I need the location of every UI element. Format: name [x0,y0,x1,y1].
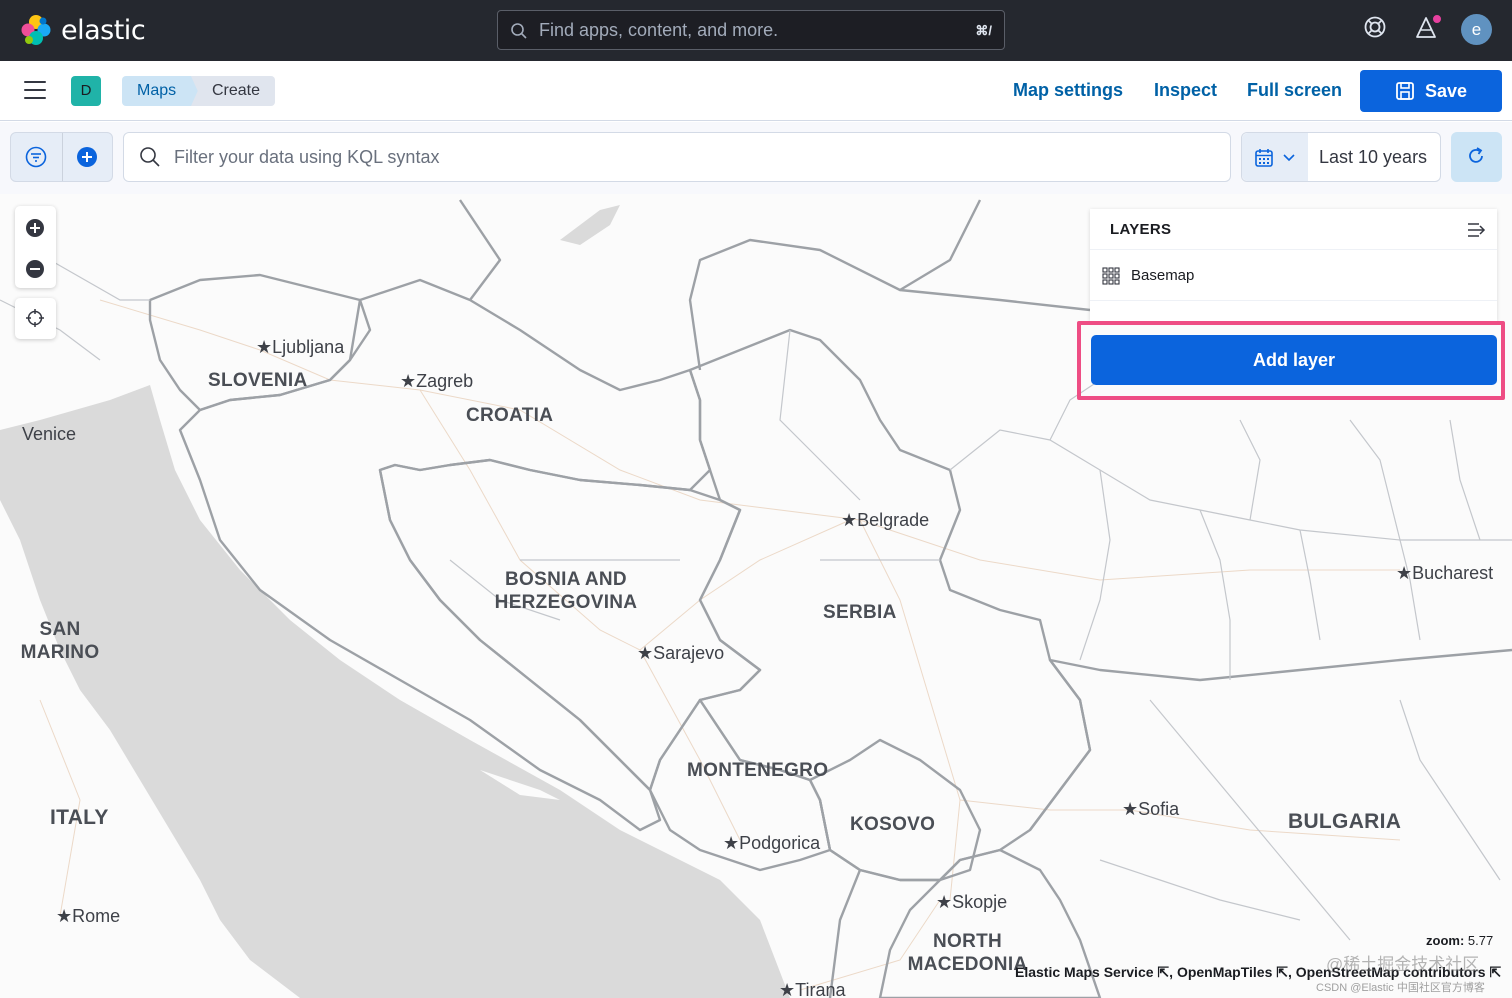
crosshair-icon [26,309,44,327]
brand-name: elastic [61,14,146,46]
grid-icon [1102,267,1120,285]
map-settings-link[interactable]: Map settings [1013,80,1123,101]
menu-toggle-button[interactable] [24,81,46,105]
query-buttons [10,132,113,182]
filter-icon[interactable] [25,146,47,168]
app-bar: D Maps Create Map settings Inspect Full … [0,61,1512,121]
add-filter-icon[interactable] [76,146,98,168]
city-label-skopje: ★Skopje [936,892,1008,912]
country-label-slovenia: SLOVENIA [208,370,308,391]
kql-search-input[interactable]: Filter your data using KQL syntax [123,132,1231,182]
external-link-icon: ⇱ [1276,964,1288,980]
add-layer-button[interactable]: Add layer [1091,335,1497,385]
save-label: Save [1425,81,1468,101]
country-label-bulgaria: BULGARIA [1288,810,1402,833]
save-icon [1396,82,1414,100]
kql-placeholder: Filter your data using KQL syntax [174,147,440,167]
zoom-in-icon[interactable] [25,218,45,238]
full-screen-link[interactable]: Full screen [1247,80,1342,101]
layers-panel: LAYERS Basemap [1090,209,1497,321]
layer-name: Basemap [1131,267,1195,284]
user-avatar[interactable]: e [1461,14,1492,45]
elastic-logo-icon [21,15,51,45]
watermark-sub: CSDN @Elastic 中国社区官方博客 [1316,982,1485,994]
space-avatar[interactable]: D [71,76,101,106]
layer-item-basemap[interactable]: Basemap [1090,249,1497,301]
attribution-ems-link[interactable]: Elastic Maps Service [1015,964,1154,980]
country-label-montenegro: MONTENEGRO [687,760,829,781]
set-view-control[interactable] [15,298,56,339]
search-shortcut: ⌘/ [975,23,992,38]
save-button[interactable]: Save [1360,70,1502,112]
global-search-input[interactable]: Find apps, content, and more. ⌘/ [497,10,1005,50]
notification-dot [1431,13,1443,25]
country-label-kosovo: KOSOVO [850,814,936,835]
country-label-north-macedonia: NORTH MACEDONIA [907,931,1028,975]
refresh-button[interactable] [1451,132,1502,182]
city-label-ljubljana: ★Ljubljana [256,337,345,357]
zoom-controls [15,206,56,288]
zoom-readout: zoom: 5.77 [1426,933,1494,948]
external-link-icon: ⇱ [1489,964,1502,980]
elastic-logo[interactable]: elastic [19,13,146,47]
watermark: @稀土掘金技术社区 [1326,955,1480,974]
city-label-rome: ★Rome [56,906,121,926]
city-label-belgrade: ★Belgrade [841,510,930,530]
attribution-openmaptiles-link[interactable]: OpenMapTiles [1177,964,1272,980]
city-label-bucharest: ★Bucharest [1396,563,1494,583]
city-label-venice: Venice [22,424,77,444]
external-link-icon: ⇱ [1157,964,1170,980]
country-label-croatia: CROATIA [466,405,554,426]
city-label-podgorica: ★Podgorica [723,833,821,853]
calendar-icon [1255,149,1273,167]
quick-menu-button[interactable] [1242,133,1308,181]
time-range-label: Last 10 years [1319,147,1428,167]
search-placeholder: Find apps, content, and more. [539,20,779,40]
country-label-san-marino: SAN MARINO [20,619,100,663]
layers-title: LAYERS [1110,221,1172,238]
inspect-link[interactable]: Inspect [1154,80,1217,101]
country-label-serbia: SERBIA [823,602,897,623]
refresh-icon [1469,147,1483,163]
zoom-out-icon[interactable] [25,259,45,279]
city-label-sofia: ★Sofia [1122,799,1180,819]
date-picker[interactable]: Last 10 years [1241,132,1441,182]
search-icon [140,147,160,167]
search-icon [511,23,527,39]
query-bar: Filter your data using KQL syntax Last 1… [0,122,1512,194]
country-label-bosnia: BOSNIA AND HERZEGOVINA [494,569,638,613]
top-header: elastic Find apps, content, and more. ⌘/… [0,0,1512,61]
country-label-italy: ITALY [50,806,109,829]
breadcrumb-create: Create [191,76,276,106]
city-label-sarajevo: ★Sarajevo [637,643,725,663]
city-label-zagreb: ★Zagreb [400,371,474,391]
chevron-down-icon [1283,154,1295,162]
help-icon[interactable] [1363,15,1387,39]
collapse-panel-icon[interactable] [1467,222,1487,238]
breadcrumb-maps[interactable]: Maps [122,76,199,106]
city-label-tirana: ★Tirana [779,980,846,998]
